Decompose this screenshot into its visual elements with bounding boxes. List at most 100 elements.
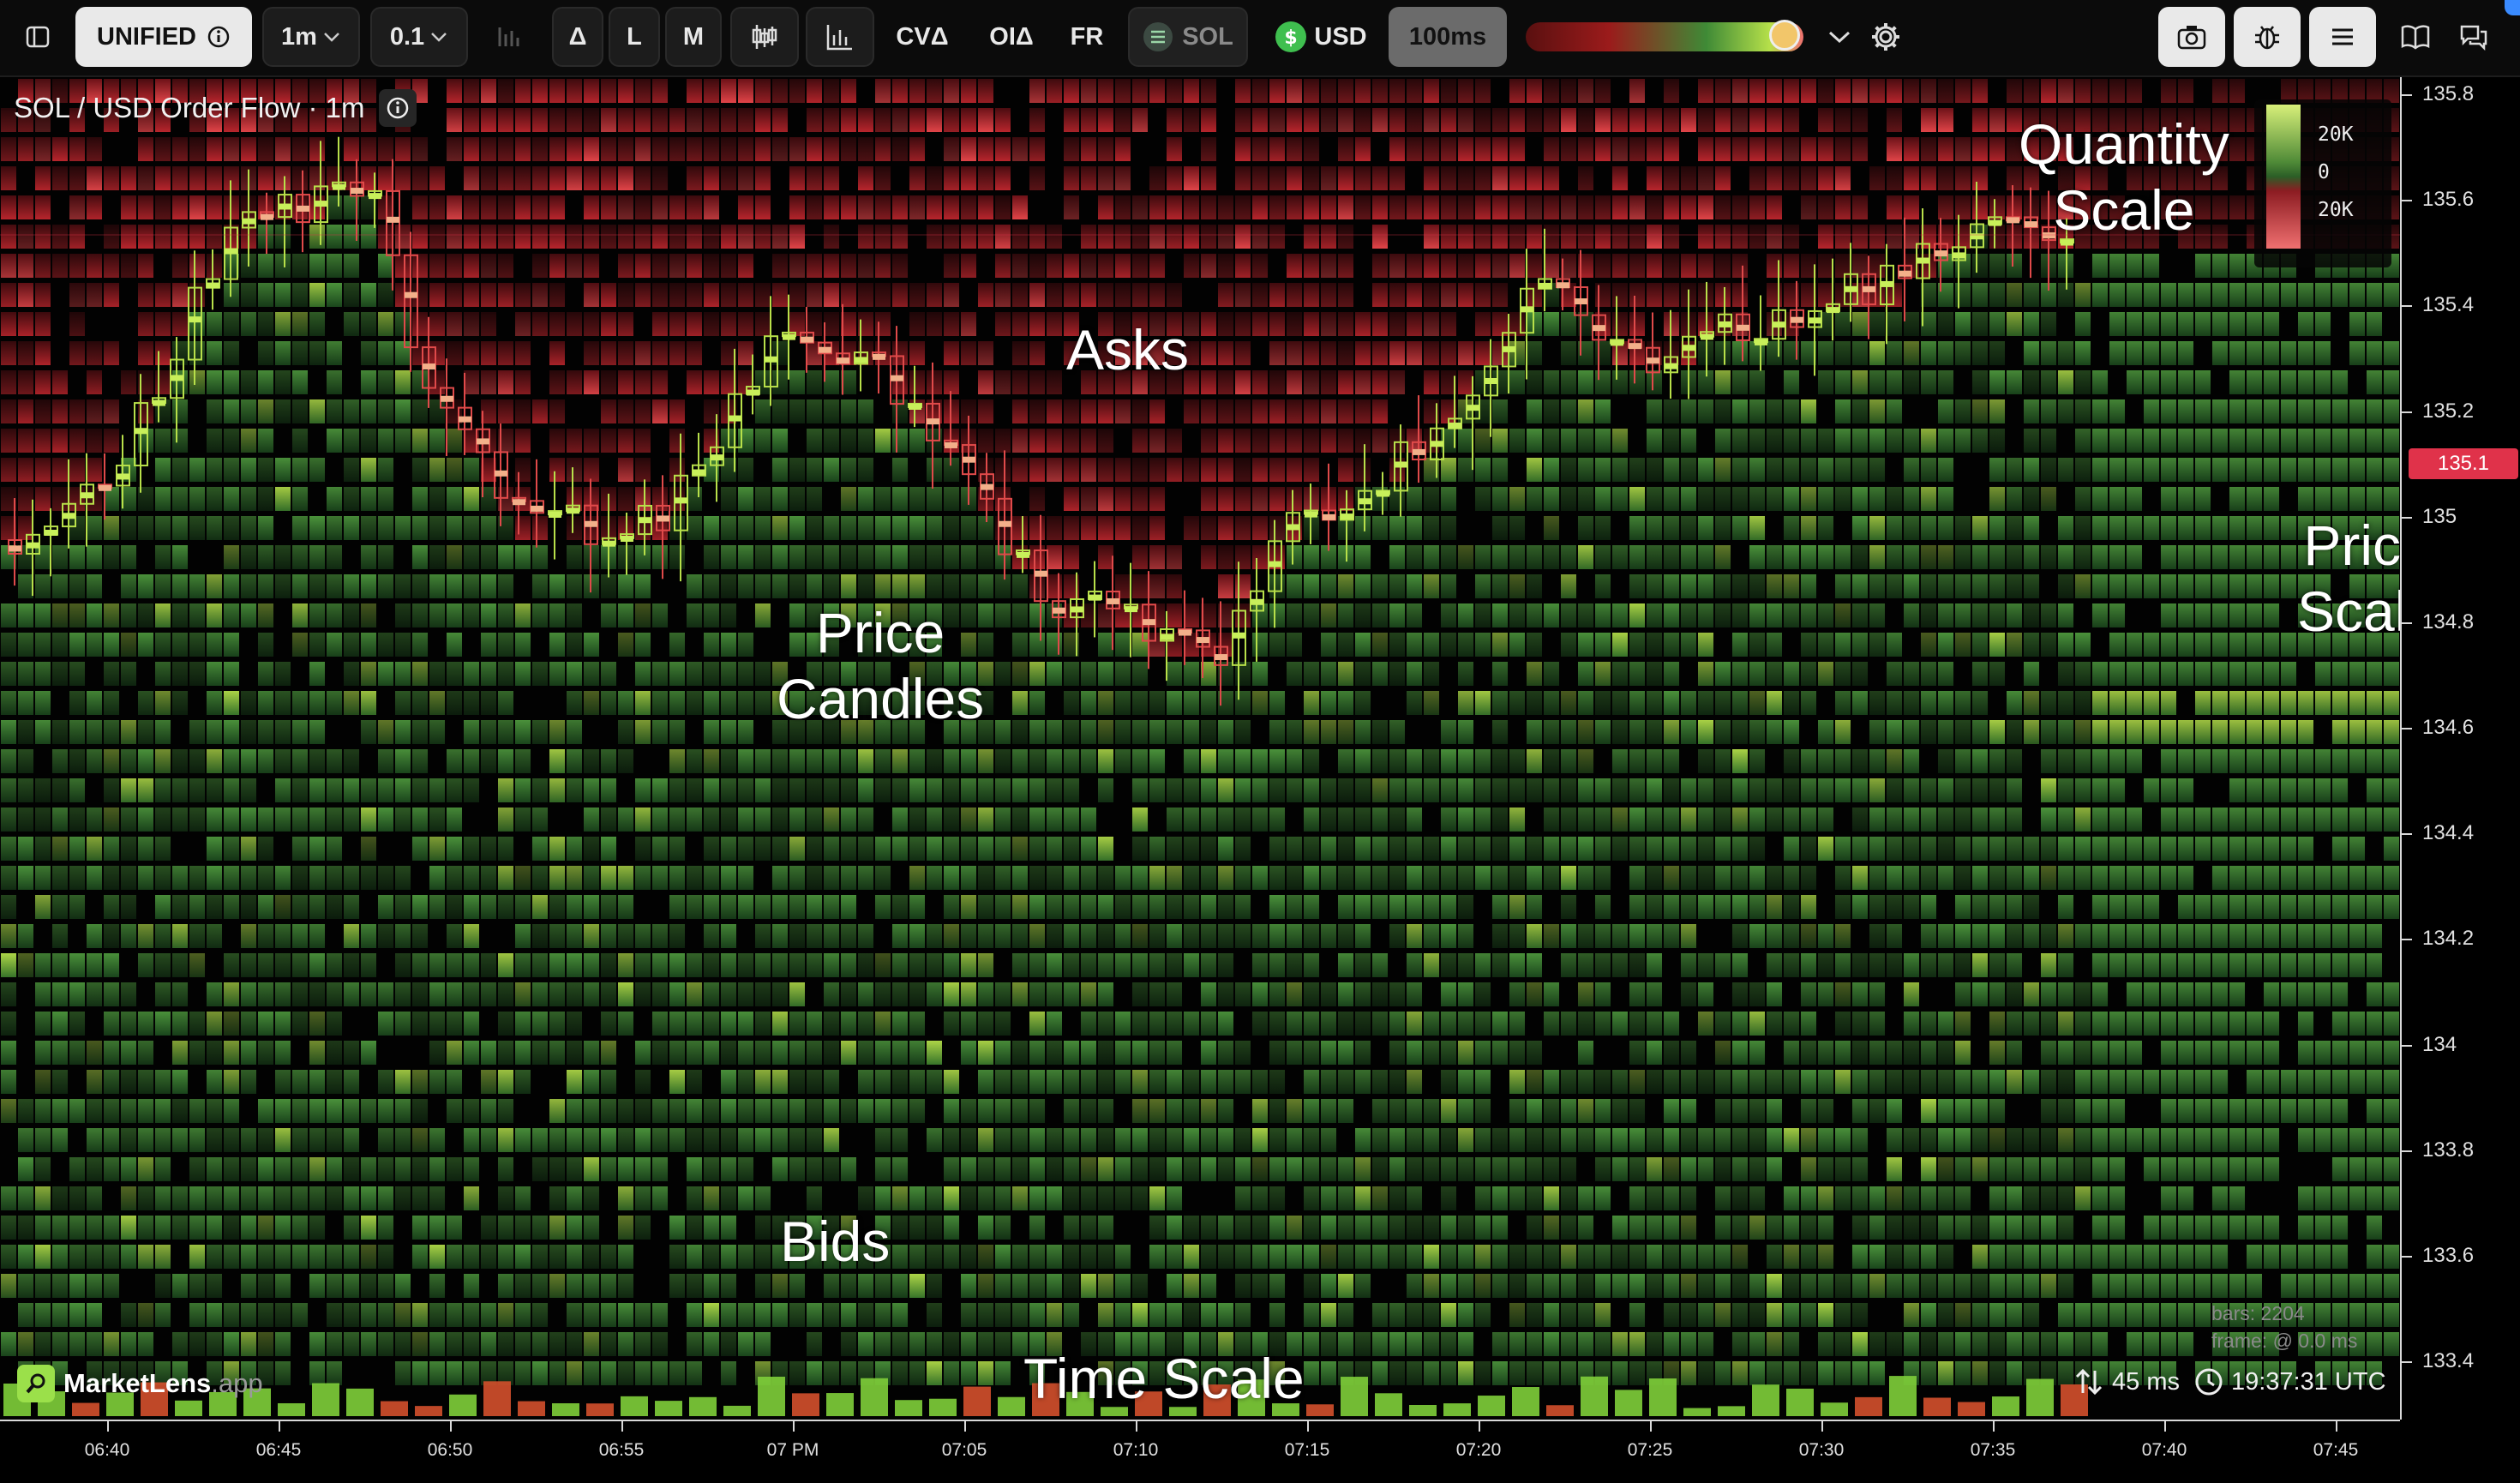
heatmap-cell (1578, 1041, 1593, 1065)
heatmap-cell (2058, 749, 2073, 773)
heatmap-cell (395, 895, 411, 919)
heatmap-toggle-button[interactable] (483, 7, 535, 67)
heatmap-cell (52, 370, 68, 394)
heatmap-cell (704, 1128, 719, 1152)
l-toggle-button[interactable]: L (609, 7, 660, 67)
heatmap-cell (1647, 633, 1662, 657)
heatmap-cell (172, 1186, 188, 1210)
heatmap-cell (1749, 749, 1765, 773)
heatmap-cell (2007, 458, 2022, 482)
heatmap-canvas[interactable] (0, 77, 2400, 1420)
heatmap-cell (687, 195, 702, 219)
volume-toggle-button[interactable] (806, 7, 874, 67)
chat-button[interactable] (2450, 7, 2498, 67)
heatmap-cell (858, 137, 873, 161)
heatmap-cell (87, 749, 102, 773)
heatmap-cell (1715, 1361, 1731, 1385)
heatmap-cell (2109, 866, 2125, 890)
heatmap-cell (532, 79, 548, 103)
interval-select[interactable]: 1m (262, 7, 360, 67)
heatmap-cell (978, 1216, 993, 1240)
heatmap-cell (1441, 982, 1456, 1006)
heatmap-cell (1012, 953, 1028, 977)
heatmap-cell (892, 341, 908, 365)
candles-toggle-button[interactable] (730, 7, 799, 67)
heatmap-cell (1629, 195, 1645, 219)
heatmap-cell (944, 79, 959, 103)
quote-select[interactable]: $ USD (1265, 7, 1377, 67)
heatmap-cell (652, 1361, 668, 1385)
heatmap-cell (1012, 749, 1028, 773)
heatmap-cell (1355, 603, 1371, 627)
slider-handle[interactable] (1769, 20, 1800, 51)
heatmap-cell (412, 429, 428, 453)
heatmap-cell (1492, 1274, 1508, 1298)
sidebar-toggle-button[interactable] (12, 7, 63, 67)
intensity-slider[interactable] (1526, 20, 1803, 51)
menu-button[interactable] (2309, 7, 2376, 67)
heatmap-cell (978, 837, 993, 861)
heatmap-cell (309, 225, 325, 249)
heatmap-cell (1904, 1274, 1919, 1298)
heatmap-cell (892, 982, 908, 1006)
asset-select[interactable]: SOL (1128, 7, 1248, 67)
delta-toggle-button[interactable]: Δ (552, 7, 603, 67)
heatmap-cell (1047, 1274, 1062, 1298)
heatmap-cell (1167, 1041, 1182, 1065)
heatmap-cell (1029, 924, 1045, 948)
heatmap-cell (35, 1274, 51, 1298)
heatmap-cell (1218, 574, 1233, 598)
heatmap-cell (412, 399, 428, 423)
heatmap-cell (515, 662, 531, 686)
oi-delta-toggle-button[interactable]: OIΔ (977, 7, 1046, 67)
heatmap-cell (1389, 808, 1405, 832)
docs-button[interactable] (2391, 7, 2439, 67)
heatmap-cell (1458, 1303, 1473, 1327)
speed-button[interactable]: 100ms (1389, 7, 1507, 67)
cvd-toggle-button[interactable]: CVΔ (888, 7, 957, 67)
m-toggle-button[interactable]: M (665, 7, 722, 67)
heatmap-cell (1612, 137, 1628, 161)
unified-mode-button[interactable]: UNIFIED (75, 7, 252, 67)
heatmap-cell (669, 924, 685, 948)
heatmap-cell (721, 1128, 736, 1152)
heatmap-cell (2024, 370, 2039, 394)
heatmap-cell (1338, 808, 1353, 832)
heatmap-cell (447, 545, 462, 569)
heatmap-cell (1389, 866, 1405, 890)
heatmap-cell (378, 166, 393, 190)
heatmap-cell (1287, 749, 1302, 773)
heatmap-cell (1098, 691, 1113, 715)
heatmap-cell (584, 254, 599, 278)
heatmap-cell (1852, 545, 1868, 569)
heatmap-cell (1852, 837, 1868, 861)
funding-rate-toggle-button[interactable]: FR (1059, 7, 1114, 67)
heatmap-cell (1595, 837, 1611, 861)
order-flow-chart[interactable] (0, 77, 2400, 1420)
heatmap-cell (429, 545, 445, 569)
tick-size-select[interactable]: 0.1 (370, 7, 468, 67)
heatmap-cell (1509, 195, 1525, 219)
heatmap-cell (1595, 1128, 1611, 1152)
heatmap-cell (1167, 1216, 1182, 1240)
slider-dropdown-button[interactable] (1817, 7, 1862, 67)
heatmap-cell (172, 225, 188, 249)
heatmap-cell (1235, 778, 1251, 802)
screenshot-button[interactable] (2158, 7, 2225, 67)
heatmap-cell (995, 1245, 1011, 1269)
heatmap-cell (927, 1303, 942, 1327)
heatmap-cell (498, 662, 513, 686)
heatmap-cell (1784, 749, 1799, 773)
settings-button[interactable] (1862, 7, 1910, 67)
heatmap-cell (1989, 458, 2005, 482)
heatmap-cell (1304, 1332, 1319, 1356)
heatmap-cell (138, 924, 153, 948)
heatmap-cell (138, 1216, 153, 1240)
heatmap-cell (1938, 108, 1953, 132)
heatmap-cell (567, 574, 582, 598)
heatmap-cell (2075, 1128, 2091, 1152)
heatmap-cell (1407, 254, 1422, 278)
debug-button[interactable] (2234, 7, 2301, 67)
heatmap-cell (1355, 982, 1371, 1006)
heatmap-cell (1767, 895, 1782, 919)
